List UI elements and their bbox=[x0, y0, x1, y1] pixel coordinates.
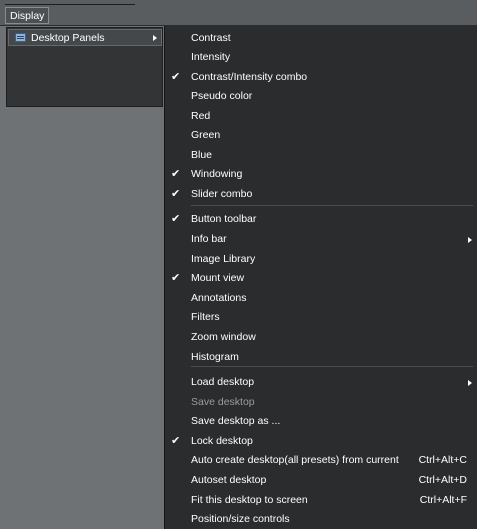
menu-item-contrast[interactable]: Contrast bbox=[165, 29, 477, 48]
menu-item-label: Image Library bbox=[191, 253, 256, 265]
menu-item-load-desktop[interactable]: Load desktop bbox=[165, 373, 477, 392]
menu-item-lock-desktop[interactable]: ✔ Lock desktop bbox=[165, 432, 477, 451]
menu-item-autoset-desktop[interactable]: Autoset desktop Ctrl+Alt+D bbox=[165, 471, 477, 490]
display-menu-button[interactable]: Display bbox=[5, 7, 50, 24]
submenu-arrow-icon bbox=[468, 237, 472, 243]
menu-item-annotations[interactable]: Annotations bbox=[165, 289, 477, 308]
desktop-panels-menu-item[interactable]: Desktop Panels bbox=[8, 29, 162, 46]
menu-item-filters[interactable]: Filters bbox=[165, 308, 477, 327]
desktop-panels-label: Desktop Panels bbox=[31, 32, 105, 44]
menu-item-label: Contrast bbox=[191, 32, 231, 44]
menu-item-label: Save desktop as ... bbox=[191, 415, 281, 427]
menu-item-label: Filters bbox=[191, 311, 220, 323]
menu-item-button-toolbar[interactable]: ✔ Button toolbar bbox=[165, 210, 477, 229]
menu-item-label: Fit this desktop to screen bbox=[191, 494, 308, 506]
menu-item-zoom-window[interactable]: Zoom window bbox=[165, 328, 477, 347]
checkmark-icon: ✔ bbox=[171, 71, 181, 83]
checkmark-icon: ✔ bbox=[171, 435, 181, 447]
menu-item-label: Mount view bbox=[191, 272, 245, 284]
menu-item-label: Blue bbox=[191, 149, 213, 161]
menu-item-label: Contrast/Intensity combo bbox=[191, 71, 308, 83]
menu-item-label: Autoset desktop bbox=[191, 474, 267, 486]
menu-item-label: Info bar bbox=[191, 233, 227, 245]
menu-item-label: Save desktop bbox=[191, 396, 255, 408]
shortcut-label: Ctrl+Alt+F bbox=[419, 494, 467, 506]
menu-item-label: Auto create desktop(all presets) from cu… bbox=[191, 454, 399, 466]
menu-item-label: Button toolbar bbox=[191, 213, 257, 225]
menu-item-auto-create-desktop-all-presets-from-current[interactable]: Auto create desktop(all presets) from cu… bbox=[165, 451, 477, 470]
menu-item-save-desktop: Save desktop bbox=[165, 393, 477, 412]
menu-item-label: Annotations bbox=[191, 292, 247, 304]
menu-item-red[interactable]: Red bbox=[165, 107, 477, 126]
menu-item-label: Load desktop bbox=[191, 376, 255, 388]
menu-item-label: Histogram bbox=[191, 351, 239, 363]
window-panel-icon bbox=[15, 33, 26, 42]
checkmark-icon: ✔ bbox=[171, 168, 181, 180]
menu-item-label: Pseudo color bbox=[191, 90, 253, 102]
menu-item-windowing[interactable]: ✔ Windowing bbox=[165, 165, 477, 184]
menu-item-slider-combo[interactable]: ✔ Slider combo bbox=[165, 185, 477, 204]
menu-item-contrast-intensity-combo[interactable]: ✔ Contrast/Intensity combo bbox=[165, 68, 477, 87]
menu-item-fit-this-desktop-to-screen[interactable]: Fit this desktop to screen Ctrl+Alt+F bbox=[165, 491, 477, 510]
menu-item-green[interactable]: Green bbox=[165, 126, 477, 145]
menu-item-label: Intensity bbox=[191, 51, 231, 63]
menu-item-label: Position/size controls bbox=[191, 513, 290, 525]
menu-item-mount-view[interactable]: ✔ Mount view bbox=[165, 269, 477, 288]
checkmark-icon: ✔ bbox=[171, 213, 181, 225]
display-dropdown: Desktop Panels bbox=[6, 27, 163, 107]
menu-bar-divider bbox=[5, 4, 135, 5]
menu-item-label: Lock desktop bbox=[191, 435, 253, 447]
menu-item-label: Zoom window bbox=[191, 331, 256, 343]
shortcut-label: Ctrl+Alt+D bbox=[418, 474, 467, 486]
desktop-panels-submenu: Contrast Intensity ✔ Contrast/Intensity com… bbox=[164, 26, 477, 529]
menu-item-histogram[interactable]: Histogram bbox=[165, 348, 477, 367]
menu-item-blue[interactable]: Blue bbox=[165, 146, 477, 165]
menu-item-intensity[interactable]: Intensity bbox=[165, 48, 477, 67]
menu-item-image-library[interactable]: Image Library bbox=[165, 250, 477, 269]
menu-item-label: Windowing bbox=[191, 168, 243, 180]
submenu-arrow-icon bbox=[153, 35, 157, 41]
submenu-arrow-icon bbox=[468, 380, 472, 386]
checkmark-icon: ✔ bbox=[171, 188, 181, 200]
shortcut-label: Ctrl+Alt+C bbox=[418, 454, 467, 466]
menu-item-label: Red bbox=[191, 110, 211, 122]
menu-separator bbox=[191, 205, 473, 206]
menu-item-position-size-controls[interactable]: Position/size controls bbox=[165, 510, 477, 529]
checkmark-icon: ✔ bbox=[171, 272, 181, 284]
menu-item-label: Slider combo bbox=[191, 188, 253, 200]
menu-bar: Display bbox=[0, 0, 477, 26]
menu-item-pseudo-color[interactable]: Pseudo color bbox=[165, 87, 477, 106]
menu-item-label: Green bbox=[191, 129, 221, 141]
menu-item-save-desktop-as[interactable]: Save desktop as ... bbox=[165, 412, 477, 431]
menu-item-info-bar[interactable]: Info bar bbox=[165, 230, 477, 249]
menu-separator bbox=[191, 366, 473, 367]
